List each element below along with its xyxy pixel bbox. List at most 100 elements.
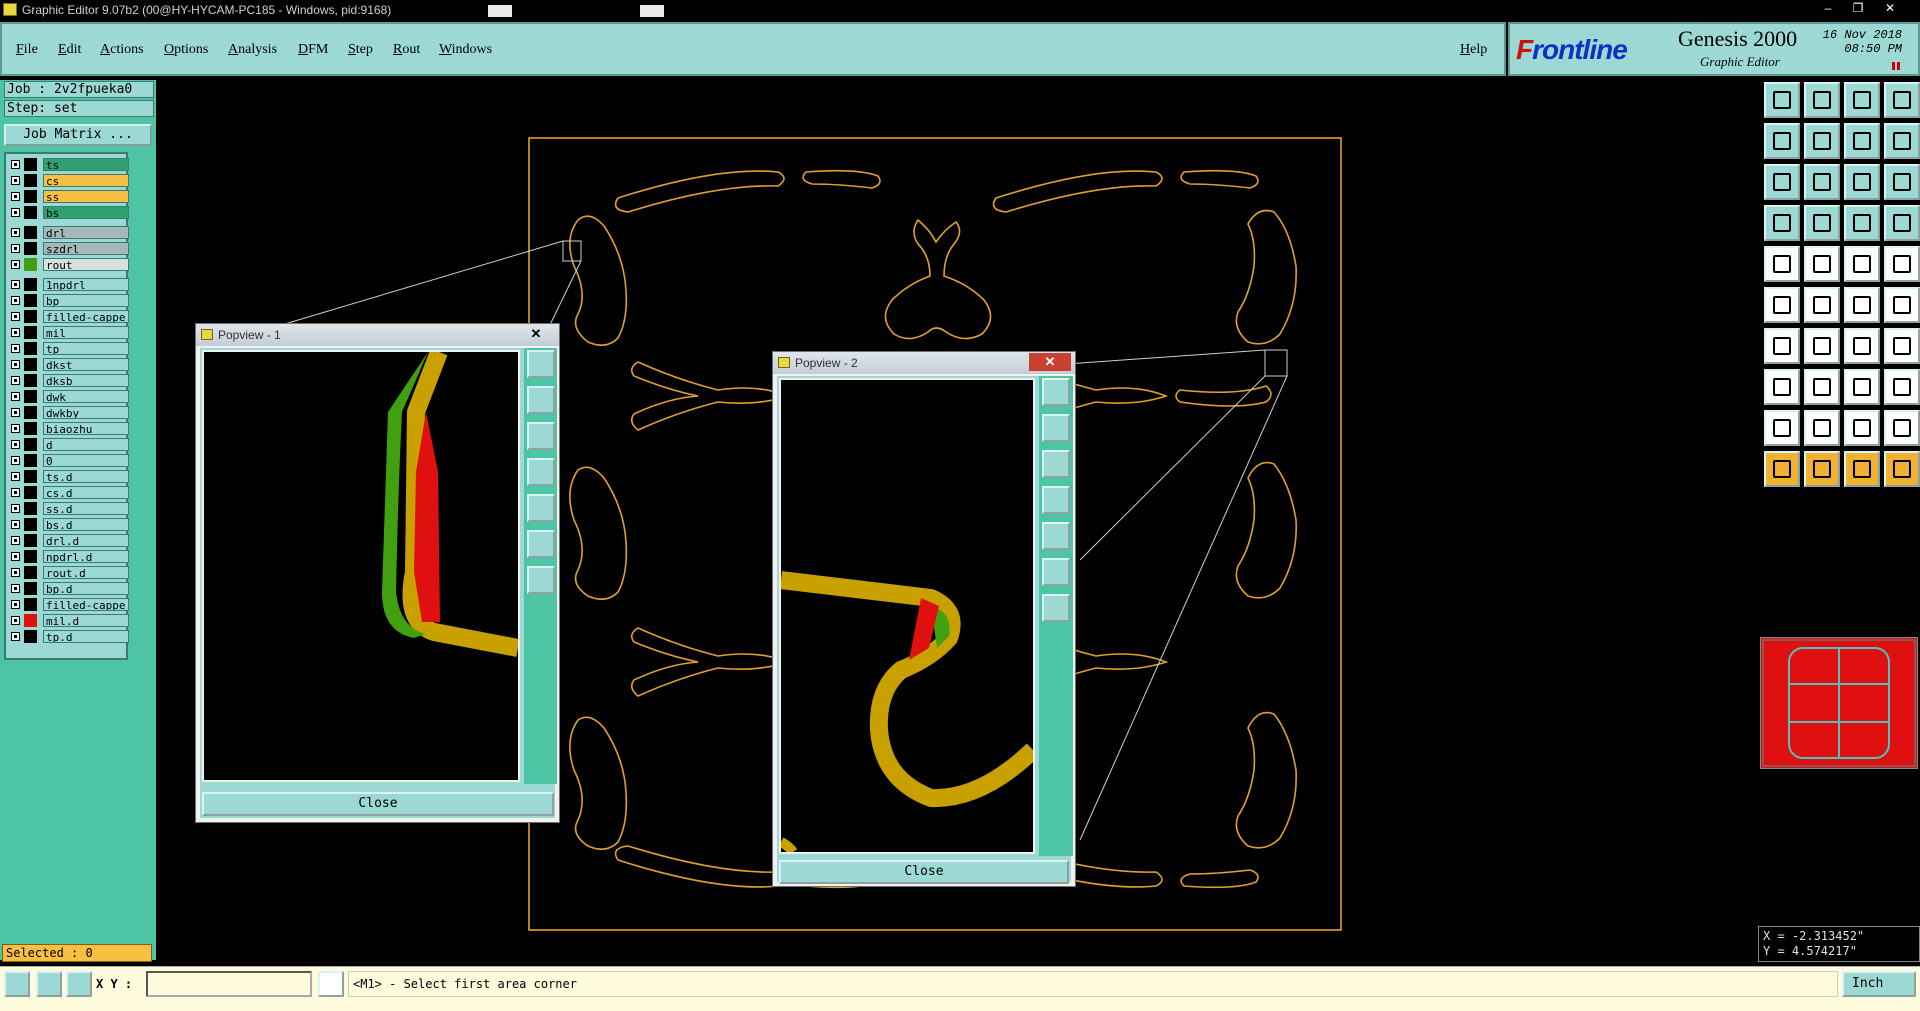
layer-row[interactable]: dwkby <box>8 406 129 420</box>
layer-name[interactable]: dkst <box>43 358 129 371</box>
close-window-button[interactable]: ✕ <box>1876 0 1904 16</box>
menu-step[interactable]: Step <box>348 42 373 58</box>
layer-name[interactable]: mil.d <box>43 614 129 627</box>
point-b-tool-button[interactable] <box>1884 287 1920 323</box>
layer-row[interactable]: filled-cappe <box>8 310 129 324</box>
layer-row[interactable]: dkst <box>8 358 129 372</box>
layer-name[interactable]: npdrl.d <box>43 550 129 563</box>
layer-name[interactable]: drl.d <box>43 534 129 547</box>
layer-a-tool-button[interactable] <box>1844 205 1880 241</box>
help-tool-button[interactable] <box>1884 164 1920 200</box>
layer-row[interactable]: bs.d <box>8 518 129 532</box>
move-down-tool-button[interactable] <box>1804 82 1840 118</box>
text-b-tool-button[interactable] <box>1844 410 1880 446</box>
pop-pan-right-button[interactable] <box>527 494 555 522</box>
pop-zoom-in-button[interactable] <box>1042 558 1070 586</box>
text-a-tool-button[interactable] <box>1804 410 1840 446</box>
menu-file[interactable]: File <box>16 42 38 58</box>
layer-checkbox[interactable] <box>11 376 20 385</box>
measure-button[interactable] <box>36 971 62 997</box>
menu-dfm[interactable]: DFM <box>298 42 328 58</box>
layer-name[interactable]: drl <box>43 226 129 239</box>
unit-selector[interactable]: Inch <box>1842 971 1916 997</box>
layer-row[interactable]: ss <box>8 190 129 204</box>
layer-name[interactable]: bp.d <box>43 582 129 595</box>
home-tool-button[interactable] <box>1844 82 1880 118</box>
layer-row[interactable]: ts <box>8 158 129 172</box>
layer-checkbox[interactable] <box>11 344 20 353</box>
menu-edit[interactable]: Edit <box>58 42 81 58</box>
layer-row[interactable]: ss.d <box>8 502 129 516</box>
layer-checkbox[interactable] <box>11 280 20 289</box>
layer-row[interactable]: filled-cappe <box>8 598 129 612</box>
layer-row[interactable]: drl.d <box>8 534 129 548</box>
layer-row[interactable]: biaozhu <box>8 422 129 436</box>
center-tool-button[interactable] <box>1804 164 1840 200</box>
layer-checkbox[interactable] <box>11 408 20 417</box>
pop-zoom-out-button[interactable] <box>1042 594 1070 622</box>
layer-name[interactable]: cs <box>43 174 129 187</box>
layer-name[interactable]: tp.d <box>43 630 129 643</box>
layer-checkbox[interactable] <box>11 488 20 497</box>
select-mode-tool-button[interactable] <box>1884 369 1920 405</box>
minimize-button[interactable]: – <box>1814 0 1842 16</box>
layer-row[interactable]: szdrl <box>8 242 129 256</box>
layer-row[interactable]: bp.d <box>8 582 129 596</box>
layer-name[interactable]: cs.d <box>43 486 129 499</box>
pad-tool-button[interactable] <box>1884 246 1920 282</box>
popview-1-close-icon[interactable]: ✕ <box>515 325 557 343</box>
xy-input[interactable] <box>146 971 312 997</box>
layer-name[interactable]: tp <box>43 342 129 355</box>
copy-tool-button[interactable] <box>1844 123 1880 159</box>
layer-row[interactable]: cs.d <box>8 486 129 500</box>
layer-checkbox[interactable] <box>11 328 20 337</box>
layer-checkbox[interactable] <box>11 208 20 217</box>
layer-name[interactable]: biaozhu <box>43 422 129 435</box>
arc-tool-button[interactable] <box>1844 328 1880 364</box>
popview-2-view[interactable] <box>778 378 1040 855</box>
layer-name[interactable]: 0 <box>43 454 129 467</box>
layer-name[interactable]: dwkby <box>43 406 129 419</box>
layer-checkbox[interactable] <box>11 456 20 465</box>
layer-checkbox[interactable] <box>11 536 20 545</box>
menu-options[interactable]: Options <box>164 42 208 58</box>
layer-name[interactable]: bs <box>43 206 129 219</box>
net-tool-button[interactable] <box>1764 287 1800 323</box>
layer-row[interactable]: dksb <box>8 374 129 388</box>
split-tool-button[interactable] <box>1884 82 1920 118</box>
layer-name[interactable]: mil <box>43 326 129 339</box>
job-matrix-button[interactable]: Job Matrix ... <box>4 124 152 146</box>
layer-checkbox[interactable] <box>11 520 20 529</box>
layer-name[interactable]: 1npdrl <box>43 278 129 291</box>
pop-pan-right-button[interactable] <box>1042 522 1070 550</box>
layer-checkbox[interactable] <box>11 228 20 237</box>
layer-checkbox[interactable] <box>11 312 20 321</box>
layer-name[interactable]: bs.d <box>43 518 129 531</box>
layer-checkbox[interactable] <box>11 552 20 561</box>
layer-name[interactable]: filled-cappe <box>43 310 129 323</box>
pop-zoom-out-button[interactable] <box>527 566 555 594</box>
pop-pan-down-button[interactable] <box>527 422 555 450</box>
layer-row[interactable]: 0 <box>8 454 129 468</box>
layer-checkbox[interactable] <box>11 160 20 169</box>
layer-name[interactable]: bp <box>43 294 129 307</box>
clip-tool-button[interactable] <box>1884 328 1920 364</box>
layer-name[interactable]: ss <box>43 190 129 203</box>
pop-pan-left-button[interactable] <box>527 458 555 486</box>
layer-row[interactable]: ts.d <box>8 470 129 484</box>
line-tool-button[interactable] <box>1764 328 1800 364</box>
move-up-tool-button[interactable] <box>1764 82 1800 118</box>
layer-checkbox[interactable] <box>11 176 20 185</box>
layer-checkbox[interactable] <box>11 600 20 609</box>
shape-tool-button[interactable] <box>1804 246 1840 282</box>
scale-tool-button[interactable] <box>1844 164 1880 200</box>
layer-row[interactable]: d <box>8 438 129 452</box>
menu-rout[interactable]: Rout <box>393 42 420 58</box>
pointer-b-tool-button[interactable] <box>1804 451 1840 487</box>
text-c-tool-button[interactable] <box>1884 410 1920 446</box>
s-shape-tool-button[interactable] <box>1884 123 1920 159</box>
snap-button[interactable] <box>4 971 30 997</box>
pop-pan-left-button[interactable] <box>1042 486 1070 514</box>
layer-name[interactable]: filled-cappe <box>43 598 129 611</box>
add-tool-button[interactable] <box>1764 369 1800 405</box>
